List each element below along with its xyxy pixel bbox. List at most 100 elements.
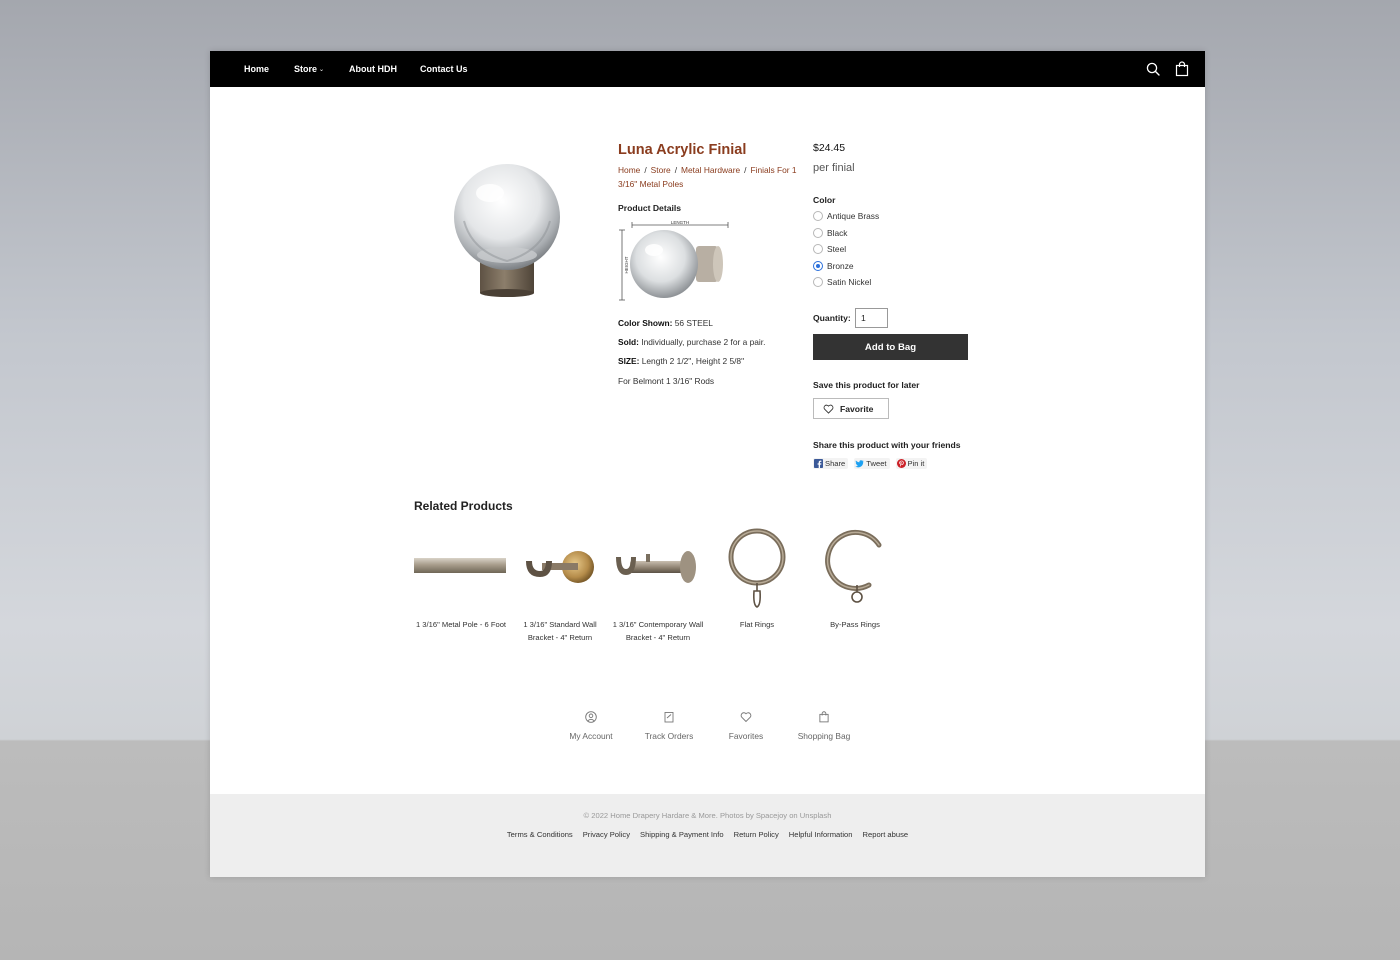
user-icon (585, 711, 597, 723)
color-option-label: Satin Nickel (827, 277, 872, 287)
footer-link-shipping[interactable]: Shipping & Payment Info (640, 830, 724, 839)
shopping-bag-link[interactable]: Shopping Bag (789, 711, 859, 744)
nav-about-label: About HDH (349, 64, 397, 74)
my-account-label: My Account (569, 731, 613, 741)
color-option-bronze[interactable]: Bronze (813, 260, 854, 272)
color-option-satin-nickel[interactable]: Satin Nickel (813, 276, 871, 288)
color-option-antique-brass[interactable]: Antique Brass (813, 210, 879, 222)
pinterest-share-button[interactable]: Pin it (895, 458, 928, 469)
dimension-diagram: LENGTH HEIGHT (619, 220, 729, 301)
clipboard-icon (664, 712, 674, 723)
nav-contact-label: Contact Us (420, 64, 468, 74)
related-products-heading: Related Products (414, 499, 513, 513)
search-icon[interactable] (1145, 61, 1161, 77)
nav-home-link[interactable]: Home (244, 51, 269, 87)
quantity-label: Quantity: (813, 313, 851, 323)
twitter-icon (855, 460, 864, 468)
nav-store-label: Store (294, 64, 318, 74)
footer-link-privacy[interactable]: Privacy Policy (583, 830, 630, 839)
flat-ring-image (728, 528, 786, 608)
related-product-bypass-rings[interactable]: By-Pass Rings (807, 521, 903, 632)
add-to-bag-button[interactable]: Add to Bag (813, 334, 968, 360)
related-product-contemporary-bracket[interactable]: 1 3/16" Contemporary Wall Bracket - 4" R… (610, 521, 706, 644)
facebook-icon (814, 459, 823, 468)
breadcrumb-separator: / (644, 165, 647, 175)
related-product-metal-pole[interactable]: 1 3/16" Metal Pole - 6 Foot (413, 521, 509, 632)
size-value: Length 2 1/2", Height 2 5/8" (641, 356, 745, 366)
radio-button[interactable] (813, 228, 823, 238)
nav-home-label: Home (244, 64, 270, 74)
save-heading: Save this product for later (813, 380, 920, 390)
my-account-link[interactable]: My Account (556, 711, 626, 744)
share-buttons: Share Tweet Pin it (813, 458, 928, 469)
radio-button[interactable] (813, 211, 823, 221)
facebook-share-button[interactable]: Share (813, 458, 849, 469)
nav-contact-link[interactable]: Contact Us (420, 51, 468, 87)
favorites-link[interactable]: Favorites (711, 711, 781, 744)
related-product-flat-rings[interactable]: Flat Rings (709, 521, 805, 632)
color-option-black[interactable]: Black (813, 227, 847, 239)
sold-value: Individually, purchase 2 for a pair. (641, 337, 766, 347)
color-heading: Color (813, 195, 836, 205)
related-product-name: Flat Rings (739, 620, 775, 629)
color-shown-label: Color Shown: (618, 318, 673, 328)
height-label: HEIGHT (624, 256, 629, 273)
bypass-ring-image (825, 529, 882, 603)
product-title: Luna Acrylic Finial (618, 142, 747, 158)
related-product-name: 1 3/16" Contemporary Wall Bracket - 4" R… (612, 620, 704, 642)
twitter-share-button[interactable]: Tweet (854, 458, 890, 469)
size-line: SIZE: Length 2 1/2", Height 2 5/8" (618, 356, 744, 366)
color-option-label: Antique Brass (827, 211, 880, 221)
color-option-label: Bronze (827, 261, 854, 271)
track-orders-link[interactable]: Track Orders (634, 711, 704, 744)
rods-note: For Belmont 1 3/16" Rods (618, 376, 715, 386)
color-option-label: Black (827, 228, 848, 238)
size-label: SIZE: (618, 356, 640, 366)
breadcrumb-separator: / (674, 165, 678, 175)
footer-link-help[interactable]: Helpful Information (789, 830, 853, 839)
nav-store-link[interactable]: Store ⌄ (294, 51, 324, 87)
track-orders-label: Track Orders (644, 731, 694, 741)
related-product-name: 1 3/16" Metal Pole - 6 Foot (415, 620, 507, 629)
color-shown-value: 56 STEEL (674, 318, 713, 328)
sold-label: Sold: (618, 337, 639, 347)
pinterest-share-label: Pin it (907, 459, 925, 468)
chevron-down-icon: ⌄ (319, 67, 325, 73)
product-page: Home Store ⌄ About HDH Contact Us Luna A… (210, 51, 1205, 877)
shopping-bag-label: Shopping Bag (797, 731, 851, 741)
share-heading: Share this product with your friends (813, 440, 961, 450)
radio-button[interactable] (813, 244, 823, 254)
metal-pole-image (414, 558, 506, 573)
favorites-label: Favorites (728, 731, 764, 741)
breadcrumb-store[interactable]: Store (651, 165, 671, 175)
related-product-name: 1 3/16" Standard Wall Bracket - 4" Retur… (523, 620, 597, 642)
breadcrumb: Home / Store / Metal Hardware / Finials For 1 … (618, 163, 800, 191)
heart-icon (823, 404, 834, 414)
footer-link-returns[interactable]: Return Policy (734, 830, 779, 839)
footer-links: Terms & Conditions Privacy Policy Shippi… (210, 830, 1205, 839)
related-product-standard-bracket[interactable]: 1 3/16" Standard Wall Bracket - 4" Retur… (512, 521, 608, 644)
favorite-label: Favorite (840, 403, 874, 414)
related-product-name: By-Pass Rings (830, 620, 880, 629)
footer-link-terms[interactable]: Terms & Conditions (507, 830, 573, 839)
quantity-input[interactable] (855, 308, 888, 328)
color-option-steel[interactable]: Steel (813, 243, 846, 255)
radio-button-selected[interactable] (813, 261, 823, 271)
footer-link-report-abuse[interactable]: Report abuse (863, 830, 909, 839)
sold-line: Sold: Individually, purchase 2 for a pai… (618, 337, 765, 347)
breadcrumb-metal-hardware[interactable]: Metal Hardware (681, 165, 740, 175)
length-label: LENGTH (671, 220, 689, 225)
contemporary-bracket-image (616, 551, 696, 583)
price-unit: per finial (813, 162, 855, 174)
product-price: $24.45 (813, 142, 846, 154)
nav-about-link[interactable]: About HDH (349, 51, 397, 87)
shopping-bag-icon[interactable] (1174, 61, 1190, 77)
radio-button[interactable] (813, 277, 823, 287)
copyright-text: © 2022 Home Drapery Hardare & More. Phot… (583, 811, 832, 820)
favorite-button[interactable]: Favorite (813, 398, 889, 419)
shopping-bag-icon (819, 711, 829, 723)
product-image (454, 164, 560, 297)
twitter-share-label: Tweet (866, 459, 887, 468)
breadcrumb-home[interactable]: Home (618, 165, 640, 175)
top-nav: Home Store ⌄ About HDH Contact Us (210, 51, 1205, 87)
